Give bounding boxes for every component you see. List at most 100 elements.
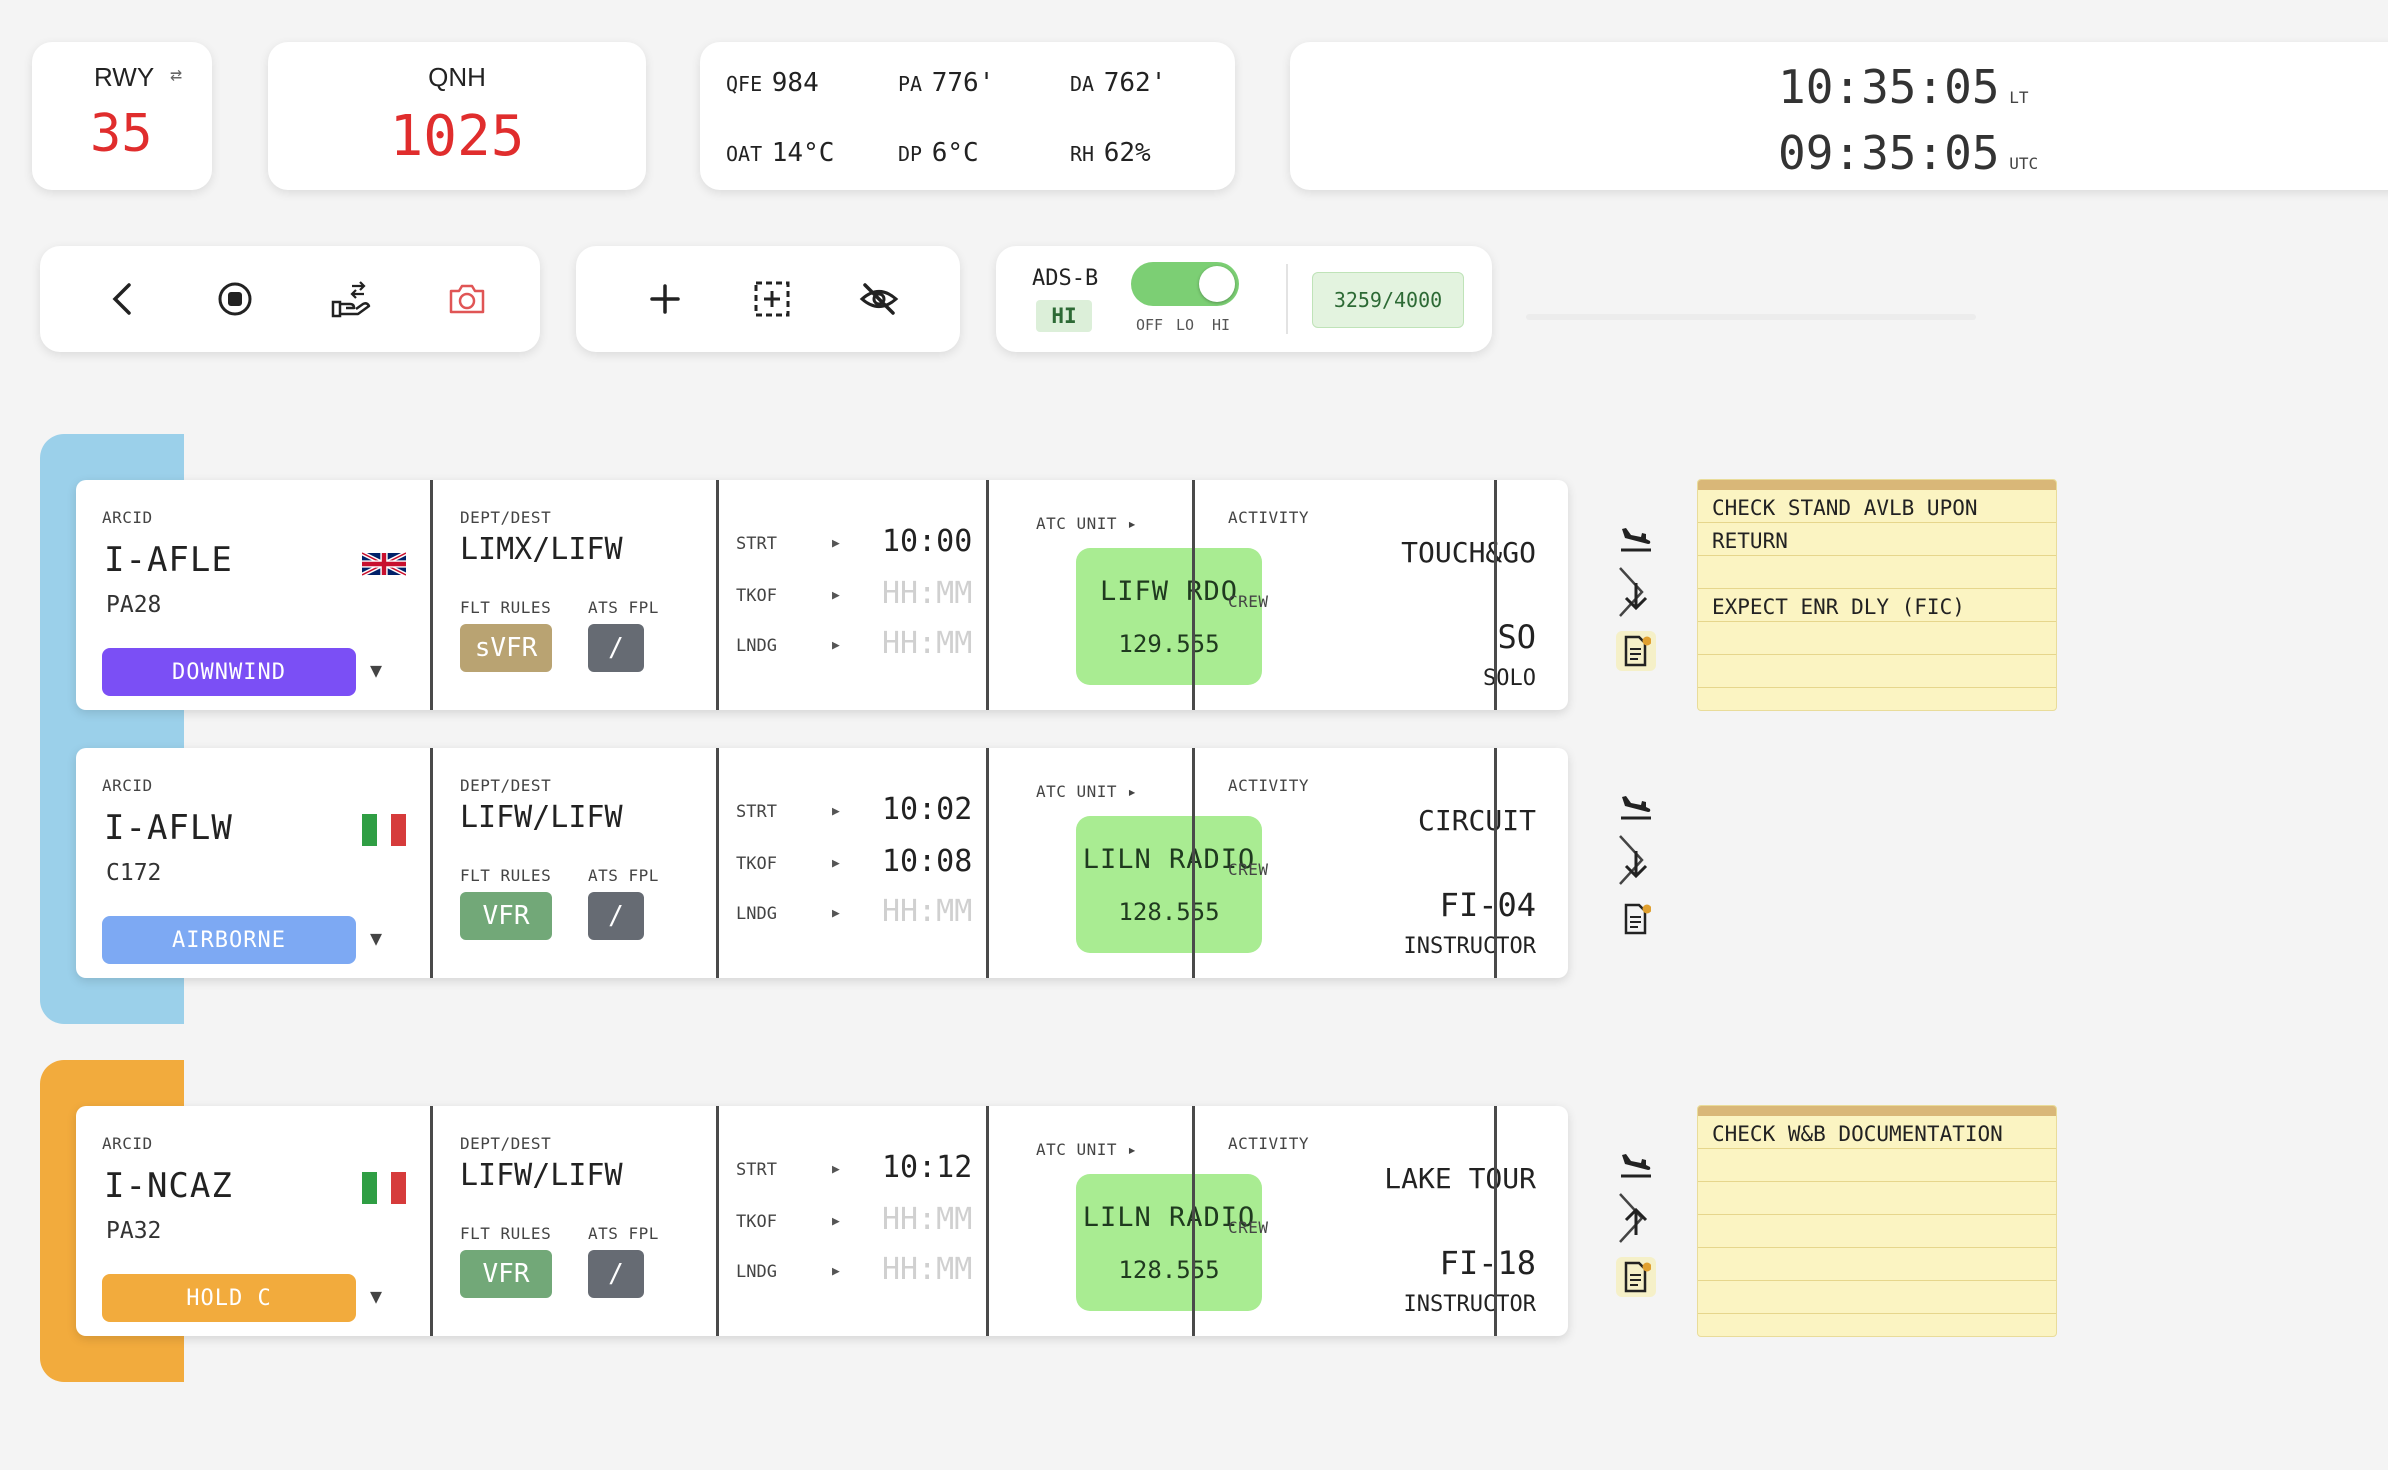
crew-block: SO SOLO [1236,480,1536,710]
atc-unit-box[interactable]: LILN RADIO 128.555 [1076,1174,1262,1311]
play-icon[interactable]: ▶ [832,804,840,819]
adsb-toggle[interactable] [1131,262,1239,306]
arcid-label: ARCID [102,1134,153,1153]
play-icon[interactable]: ▶ [832,1264,840,1279]
note-icon[interactable] [1616,1257,1656,1297]
tkof-label: TKOF [736,586,777,606]
add-icon[interactable] [630,264,700,334]
flight-strip[interactable]: ARCID I-NCAZ PA32 HOLD C ▼ DEPT/DEST LIF… [76,1106,1644,1336]
takeoff-time[interactable]: HH:MM [882,1202,972,1237]
progress-track [1526,314,1976,320]
hide-eye-icon[interactable] [844,264,914,334]
arcid-label: ARCID [102,776,153,795]
handover-icon[interactable] [316,264,386,334]
sticky-note[interactable]: CHECK STAND AVLB UPON RETURN EXPECT ENR … [1697,479,2057,711]
flight-rules-badge[interactable]: sVFR [460,624,552,672]
landing-plane-icon[interactable] [1616,518,1656,558]
pa-row: PA 776' [898,68,994,98]
dept-dest-label: DEPT/DEST [460,776,552,795]
play-icon[interactable]: ▶ [832,1162,840,1177]
local-time-suffix: LT [2009,88,2029,107]
dept-dest-label: DEPT/DEST [460,1134,552,1153]
dp-row: DP 6°C [898,138,979,168]
ats-fpl-badge[interactable]: / [588,892,644,940]
atc-frequency: 129.555 [1118,630,1220,658]
note-line [1698,1182,2056,1215]
oat-label: OAT [726,142,763,166]
status-badge[interactable]: AIRBORNE [102,916,356,964]
lndg-label: LNDG [736,636,777,656]
separator [430,1106,433,1336]
adsb-label: ADS-B [1032,266,1099,291]
adsb-toggle-knob [1199,266,1235,302]
atc-unit-box[interactable]: LIFW RDO 129.555 [1076,548,1262,685]
callsign: I-NCAZ [104,1166,233,1206]
caret-down-icon[interactable]: ▼ [370,658,382,682]
record-stop-icon[interactable] [200,264,270,334]
sticky-note[interactable]: CHECK W&B DOCUMENTATION [1697,1105,2057,1337]
separator [430,480,433,710]
start-time[interactable]: 10:02 [882,792,972,827]
adsb-toggle-lo-label: LO [1176,316,1195,334]
landing-plane-icon[interactable] [1616,786,1656,826]
atc-unit-box[interactable]: LILN RADIO 128.555 [1076,816,1262,953]
arrow-down-icon[interactable] [1616,844,1656,884]
play-icon[interactable]: ▶ [832,906,840,921]
status-badge[interactable]: DOWNWIND [102,648,356,696]
play-icon[interactable]: ▶ [832,536,840,551]
adsb-counter: 3259/4000 [1312,272,1464,328]
play-icon[interactable]: ▶ [832,856,840,871]
caret-down-icon[interactable]: ▼ [370,926,382,950]
landing-time[interactable]: HH:MM [882,626,972,661]
back-chevron-icon[interactable] [88,264,158,334]
status-badge[interactable]: HOLD C [102,1274,356,1322]
note-line: CHECK STAND AVLB UPON [1698,490,2056,523]
strip-tools-toolbar [576,246,960,352]
qnh-card[interactable]: QNH 1025 [268,42,646,190]
aircraft-type: PA32 [106,1218,162,1244]
arrow-down-icon[interactable] [1616,576,1656,616]
play-icon[interactable]: ▶ [832,588,840,603]
play-icon[interactable]: ▶ [832,638,840,653]
caret-down-icon[interactable]: ▼ [370,1284,382,1308]
ats-fpl-badge[interactable]: / [588,1250,644,1298]
note-icon[interactable] [1616,631,1656,671]
aircraft-type: C172 [106,860,162,886]
note-header [1698,1106,2056,1116]
navigation-toolbar [40,246,540,352]
camera-icon[interactable] [432,264,502,334]
crew-role: INSTRUCTOR [1403,1292,1536,1317]
flight-strip[interactable]: ARCID I-AFLW C172 AIRBORNE ▼ DEPT/DEST L… [76,748,1644,978]
flight-rules-badge[interactable]: VFR [460,892,552,940]
landing-time[interactable]: HH:MM [882,1252,972,1287]
note-header [1698,480,2056,490]
local-time-row: 10:35:05 LT [1778,60,2028,114]
ats-fpl-badge[interactable]: / [588,624,644,672]
start-time[interactable]: 10:00 [882,524,972,559]
note-line [1698,1281,2056,1314]
dp-label: DP [898,142,923,166]
crew-code: FI-18 [1439,1244,1536,1282]
takeoff-time[interactable]: HH:MM [882,576,972,611]
add-frame-icon[interactable] [737,264,807,334]
takeoff-time[interactable]: 10:08 [882,844,972,879]
separator [986,748,989,978]
note-icon[interactable] [1616,899,1656,939]
play-icon[interactable]: ▶ [832,1214,840,1229]
swap-arrows-icon[interactable]: ⇄ [170,62,182,86]
crew-code: FI-04 [1439,886,1536,924]
separator [986,1106,989,1336]
qfe-label: QFE [726,72,763,96]
arrow-up-icon[interactable] [1616,1202,1656,1242]
flight-strip[interactable]: ARCID I-AFLE PA28 DOWNWIND ▼ DEPT/DEST L… [76,480,1644,710]
flight-rules-badge[interactable]: VFR [460,1250,552,1298]
landing-time[interactable]: HH:MM [882,894,972,929]
start-time[interactable]: 10:12 [882,1150,972,1185]
da-row: DA 762' [1070,68,1166,98]
arcid-label: ARCID [102,508,153,527]
note-line: EXPECT ENR DLY (FIC) [1698,589,2056,622]
landing-plane-icon[interactable] [1616,1144,1656,1184]
runway-card[interactable]: RWY ⇄ 35 [32,42,212,190]
runway-value: 35 [90,104,153,164]
runway-label: RWY [94,62,155,92]
